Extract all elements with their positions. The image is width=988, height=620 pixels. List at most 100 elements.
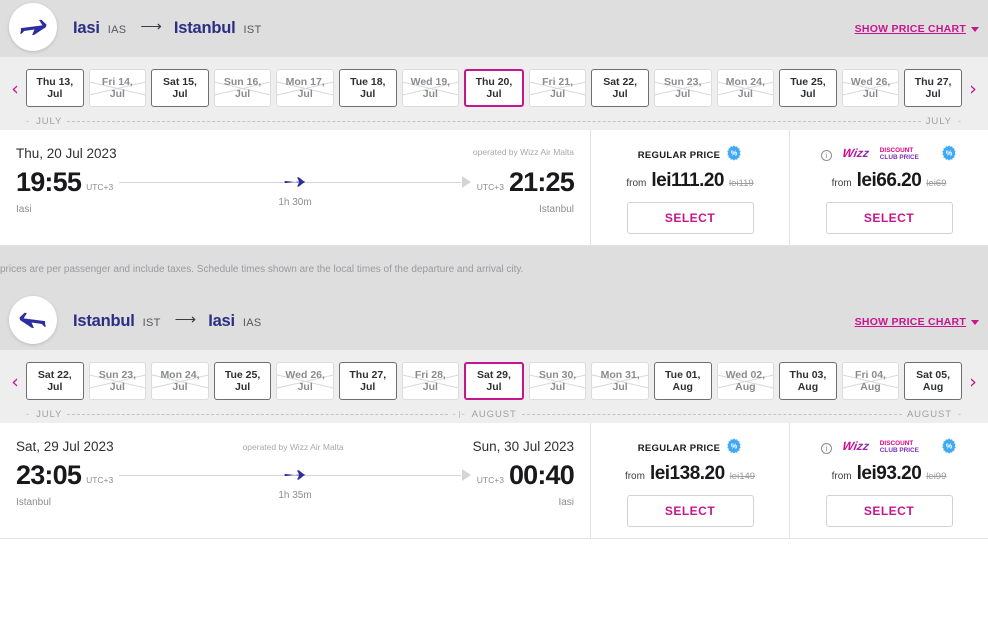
- date-card-sat22-jul[interactable]: Sat 22, Jul: [591, 69, 649, 107]
- date-card-day: Mon 24,: [725, 75, 765, 88]
- show-price-chart-link-outbound[interactable]: SHOW PRICE CHART: [855, 23, 979, 35]
- date-card-wed26-jul: Wed 26, Jul: [276, 362, 334, 400]
- regular-price-old: lei149: [729, 471, 756, 482]
- date-card-sat22-jul[interactable]: Sat 22, Jul: [26, 362, 84, 400]
- percent-badge-icon: %: [941, 144, 957, 166]
- ruler-mid-label: AUGUST: [471, 408, 517, 420]
- show-price-chart-link-return[interactable]: SHOW PRICE CHART: [855, 316, 979, 328]
- month-ruler-return: - JULY - - AUGUST AUGUST -: [26, 408, 963, 420]
- origin-code: IAS: [107, 24, 127, 36]
- flight-path: 1h 30m: [119, 167, 471, 208]
- date-card-sat05-aug[interactable]: Sat 05, Aug: [904, 362, 962, 400]
- date-card-thu27-jul[interactable]: Thu 27, Jul: [338, 362, 397, 400]
- date-list-return: Sat 22, Jul Sun 23, Jul Mon 24, Jul Tue 25, Jul…: [0, 359, 988, 403]
- date-card-month: Jul: [297, 88, 313, 100]
- arrow-icon: ⟶: [140, 18, 161, 35]
- date-card-thu20-jul[interactable]: Thu 20, Jul: [464, 69, 524, 107]
- date-card-tue25-jul[interactable]: Tue 25, Jul: [213, 362, 272, 400]
- select-button-regular-return[interactable]: SELECT: [626, 495, 754, 527]
- from-label: from: [831, 178, 852, 189]
- select-button-club-outbound[interactable]: SELECT: [825, 202, 953, 234]
- percent-badge-icon: %: [726, 437, 742, 459]
- show-price-chart-label: SHOW PRICE CHART: [854, 22, 966, 35]
- date-card-day: Mon 17,: [285, 75, 325, 88]
- regular-price-label: REGULAR PRICE: [637, 149, 721, 161]
- date-card-month: Jul: [925, 88, 941, 100]
- operated-by-label: operated by Wizz Air Malta: [472, 147, 574, 157]
- select-button-regular-outbound[interactable]: SELECT: [626, 202, 754, 234]
- date-card-mon24-jul: Mon 24, Jul: [151, 362, 209, 400]
- date-card-month: Jul: [297, 381, 313, 393]
- date-card-day: Tue 01,: [665, 368, 701, 381]
- journey-header-outbound: Iasi IAS ⟶ Istanbul IST SHOW PRICE CHART: [0, 0, 988, 57]
- chevron-down-icon: [971, 27, 979, 32]
- date-card-wed19-jul: Wed 19, Jul: [401, 69, 460, 107]
- date-card-day: Sat 22,: [37, 368, 72, 381]
- date-next-button-outbound[interactable]: ›: [960, 74, 986, 104]
- info-icon[interactable]: i: [821, 149, 832, 161]
- date-card-month: Jul: [422, 88, 438, 100]
- svg-text:Wizz: Wizz: [841, 146, 870, 160]
- date-card-month: Aug: [797, 381, 819, 393]
- date-card-thu13-jul[interactable]: Thu 13, Jul: [26, 69, 84, 107]
- date-card-thu03-aug[interactable]: Thu 03, Aug: [779, 362, 837, 400]
- flight-path: 1h 35m: [119, 460, 471, 501]
- date-card-month: Jul: [47, 381, 63, 393]
- flight-duration: 1h 30m: [278, 197, 312, 208]
- date-card-day: Wed 26,: [850, 75, 891, 88]
- date-next-button-return[interactable]: ›: [960, 367, 986, 397]
- date-card-sat15-jul[interactable]: Sat 15, Jul: [151, 69, 209, 107]
- arrive-date: Sun, 30 Jul 2023: [472, 439, 574, 454]
- svg-text:CLUB PRICE: CLUB PRICE: [880, 153, 920, 160]
- flight-details-return: Sat, 29 Jul 2023 operated by Wizz Air Ma…: [0, 423, 590, 538]
- date-card-day: Fri 28,: [414, 368, 446, 381]
- flight-row-outbound: Thu, 20 Jul 2023 operated by Wizz Air Ma…: [0, 130, 988, 246]
- regular-price-old: lei119: [729, 178, 754, 189]
- date-prev-button-outbound[interactable]: ‹: [2, 74, 28, 104]
- date-card-mon31-jul: Mon 31, Jul: [591, 362, 649, 400]
- arrival-utc: UTC+3: [476, 475, 504, 485]
- date-card-day: Thu 20,: [475, 75, 513, 88]
- date-card-month: Aug: [672, 381, 693, 393]
- destination-city-label: Istanbul: [538, 204, 574, 215]
- date-card-day: Tue 25,: [790, 75, 826, 88]
- info-icon[interactable]: i: [821, 442, 832, 454]
- date-card-month: Jul: [172, 381, 188, 393]
- date-card-sun30-jul: Sun 30, Jul: [528, 362, 587, 400]
- date-card-tue25-jul[interactable]: Tue 25, Jul: [779, 69, 837, 107]
- route-return: Istanbul IST ⟶ Iasi IAS: [73, 311, 262, 331]
- date-card-thu27-jul[interactable]: Thu 27, Jul: [904, 69, 962, 107]
- origin-code: IST: [142, 317, 161, 329]
- date-card-month: Aug: [922, 381, 944, 393]
- destination-city: Istanbul: [173, 19, 236, 37]
- date-card-month: Jul: [800, 88, 816, 100]
- date-prev-button-return[interactable]: ‹: [2, 367, 28, 397]
- svg-text:CLUB PRICE: CLUB PRICE: [880, 446, 920, 453]
- date-card-month: Jul: [109, 381, 125, 393]
- destination-city: Iasi: [208, 312, 235, 330]
- path-arrow-icon: [461, 469, 471, 481]
- arrival-block: UTC+3 21:25: [477, 167, 575, 197]
- date-card-day: Tue 18,: [350, 75, 386, 88]
- flight-details-outbound: Thu, 20 Jul 2023 operated by Wizz Air Ma…: [0, 130, 590, 245]
- club-price-cell-return: i Wizz DISCOUNT CLUB PRICE % from lei93.…: [789, 423, 988, 538]
- flight-search-results: Iasi IAS ⟶ Istanbul IST SHOW PRICE CHART…: [0, 0, 988, 620]
- regular-price-amount: lei138.20: [649, 463, 725, 484]
- date-card-day: Sat 05,: [916, 368, 951, 381]
- date-card-day: Sat 29,: [477, 368, 511, 381]
- svg-text:%: %: [946, 148, 953, 157]
- date-strip-return: ‹ › Sat 22, Jul Sun 23, Jul Mon 24, Jul Tue 25…: [0, 350, 988, 423]
- plane-icon: [284, 174, 306, 195]
- month-divider: [458, 410, 460, 418]
- club-price-cell-outbound: i Wizz DISCOUNT CLUB PRICE % from lei66.…: [789, 130, 988, 245]
- percent-badge-icon: %: [941, 437, 957, 459]
- date-card-month: Jul: [360, 381, 376, 393]
- select-button-club-return[interactable]: SELECT: [825, 495, 953, 527]
- date-card-month: Jul: [862, 88, 879, 100]
- date-card-tue18-jul[interactable]: Tue 18, Jul: [338, 69, 397, 107]
- club-price-old: lei99: [926, 471, 947, 482]
- date-card-tue01-aug[interactable]: Tue 01, Aug: [653, 362, 712, 400]
- plane-icon: [284, 467, 306, 488]
- from-label: from: [626, 178, 647, 189]
- date-card-sat29-jul[interactable]: Sat 29, Jul: [464, 362, 524, 400]
